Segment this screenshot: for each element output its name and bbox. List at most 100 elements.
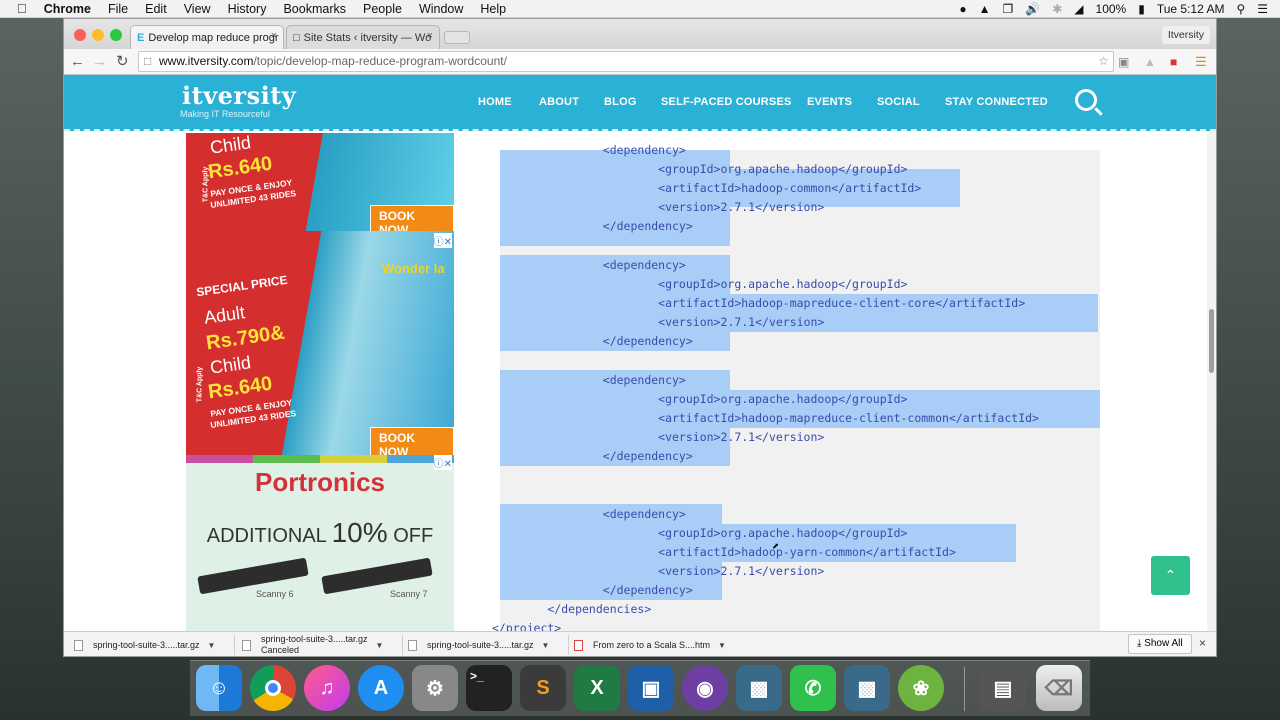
volume-icon[interactable]: 🔊 — [1025, 2, 1040, 16]
nav-stay-connected[interactable]: STAY CONNECTED — [945, 96, 1048, 108]
menu-edit[interactable]: Edit — [145, 2, 167, 16]
terminal-icon[interactable]: >_ — [466, 665, 512, 711]
nav-social[interactable]: SOCIAL — [877, 96, 920, 108]
file-icon — [408, 639, 417, 651]
download-item[interactable]: spring-tool-suite-3.....tar.gz ▼ — [408, 635, 564, 655]
reload-icon[interactable]: ↻ — [116, 53, 129, 71]
chrome-menu-icon[interactable]: ☰ — [1195, 53, 1207, 71]
new-tab-button[interactable] — [444, 31, 470, 44]
system-preferences-icon[interactable]: ⚙ — [412, 665, 458, 711]
ad-close-icon[interactable]: ⓘ✕ — [433, 233, 452, 248]
window-close-button[interactable] — [74, 29, 86, 41]
facetime-icon[interactable]: ✆ — [790, 665, 836, 711]
back-to-top-button[interactable]: ⌃ — [1151, 556, 1190, 595]
caret-down-icon[interactable]: ▼ — [718, 641, 726, 650]
menu-bookmarks[interactable]: Bookmarks — [283, 2, 346, 16]
screen-sharing-icon[interactable]: ▩ — [736, 665, 782, 711]
finder-icon[interactable]: ☺ — [196, 665, 242, 711]
tab-strip: E Develop map reduce progr × □ Site Stat… — [64, 19, 1216, 49]
site-logo[interactable]: itversity — [182, 81, 296, 110]
code-line: </dependencies> — [492, 602, 652, 616]
screen-icon[interactable]: ❐ — [1003, 2, 1014, 16]
menu-people[interactable]: People — [363, 2, 402, 16]
ad-book-now-button[interactable]: BOOK NOW — [370, 205, 454, 231]
scanner-label: Scanny 6 — [256, 589, 294, 599]
extension-icon[interactable]: ▣ — [1118, 53, 1129, 71]
ad-tnc: T&C Apply — [202, 166, 210, 203]
tab-close-icon[interactable]: × — [271, 30, 277, 42]
battery-percent[interactable]: 100% — [1096, 2, 1127, 16]
drive-icon[interactable]: ▲ — [979, 2, 991, 16]
download-item[interactable]: spring-tool-suite-3.....tar.gz Canceled … — [242, 634, 398, 655]
nav-blog[interactable]: BLOG — [604, 96, 637, 108]
menu-file[interactable]: File — [108, 2, 128, 16]
nav-self-paced-courses[interactable]: SELF-PACED COURSES — [661, 96, 792, 108]
back-icon[interactable]: ← — [70, 53, 85, 71]
download-item[interactable]: spring-tool-suite-3.....tar.gz ▼ — [74, 635, 230, 655]
trash-icon[interactable]: ⌫ — [1036, 665, 1082, 711]
ad-banner-wonderla-top[interactable]: Child Rs.640 PAY ONCE & ENJOY UNLIMITED … — [186, 133, 454, 231]
wifi-icon[interactable]: ◢ — [1074, 2, 1083, 16]
forward-icon[interactable]: → — [92, 53, 107, 71]
tab-title: Site Stats ‹ itversity — Wo — [303, 31, 432, 44]
apple-menu-icon[interactable]:  — [17, 1, 27, 16]
code-block[interactable]: <dependency> <groupId>org.apache.hadoop<… — [492, 143, 1100, 631]
spotlight-icon[interactable]: ⚲ — [1236, 2, 1245, 16]
search-icon[interactable] — [1075, 89, 1097, 111]
menu-history[interactable]: History — [228, 2, 267, 16]
skype-icon[interactable]: ● — [959, 2, 966, 16]
github-icon[interactable]: ◉ — [682, 665, 728, 711]
caret-down-icon[interactable]: ▼ — [376, 641, 384, 650]
window-minimize-button[interactable] — [92, 29, 104, 41]
bluetooth-icon[interactable]: ✱ — [1052, 2, 1062, 16]
ad-banner-wonderla[interactable]: ⓘ✕ SPECIAL PRICE Adult Rs.790& Child Rs.… — [186, 231, 454, 455]
page-favicon-icon: □ — [293, 31, 300, 44]
chrome-icon[interactable] — [250, 665, 296, 711]
profile-button[interactable]: Itversity — [1161, 26, 1210, 44]
battery-icon[interactable]: ▮ — [1138, 2, 1145, 16]
bookmark-star-icon[interactable]: ☆ — [1098, 52, 1109, 71]
code-line: <groupId>org.apache.hadoop</groupId> — [492, 277, 908, 291]
download-item[interactable]: From zero to a Scala S....htm ▼ — [574, 635, 734, 655]
virtualbox-icon[interactable]: ▣ — [628, 665, 674, 711]
menu-help[interactable]: Help — [480, 2, 506, 16]
download-filename: spring-tool-suite-3.....tar.gz — [93, 640, 200, 650]
spring-tool-suite-icon[interactable]: ❀ — [898, 665, 944, 711]
page-scrollbar[interactable] — [1207, 131, 1216, 631]
downloads-stack-icon[interactable]: ▤ — [980, 665, 1026, 711]
menu-app-name[interactable]: Chrome — [44, 2, 91, 16]
caret-down-icon[interactable]: ▼ — [208, 641, 216, 650]
itunes-icon[interactable]: ♫ — [304, 665, 350, 711]
tab-close-icon[interactable]: × — [427, 30, 433, 42]
tab-title: Develop map reduce progr — [148, 31, 279, 44]
ad-book-now-button[interactable]: BOOK NOW — [370, 427, 454, 455]
screen-sharing-icon[interactable]: ▩ — [844, 665, 890, 711]
window-zoom-button[interactable] — [110, 29, 122, 41]
caret-down-icon[interactable]: ▼ — [542, 641, 550, 650]
extension-icon[interactable]: ▲ — [1144, 53, 1156, 71]
site-header: itversity Making IT Resourceful HOME ABO… — [64, 75, 1216, 131]
tab-site-stats[interactable]: □ Site Stats ‹ itversity — Wo × — [286, 25, 440, 49]
show-all-downloads-button[interactable]: ⤓ Show All — [1128, 634, 1192, 654]
todoist-extension-icon[interactable]: ■ — [1170, 53, 1177, 71]
nav-events[interactable]: EVENTS — [807, 96, 852, 108]
dock: ☺ ♫ A ⚙ >_ S X ▣ ◉ ▩ ✆ ▩ ❀ ▤ ⌫ — [190, 660, 1090, 716]
sublime-text-icon[interactable]: S — [520, 665, 566, 711]
clock[interactable]: Tue 5:12 AM — [1157, 2, 1225, 16]
scrollbar-thumb[interactable] — [1209, 309, 1214, 373]
ad-banner-portronics[interactable]: ⓘ✕ Portronics ADDITIONAL 10% OFF Scanny … — [186, 455, 454, 631]
app-store-icon[interactable]: A — [358, 665, 404, 711]
browser-toolbar: ← → ↻ □ www.itversity.com/topic/develop-… — [64, 49, 1216, 75]
tab-develop-map-reduce[interactable]: E Develop map reduce progr × — [130, 25, 284, 49]
site-tagline: Making IT Resourceful — [180, 109, 270, 119]
browser-window: E Develop map reduce progr × □ Site Stat… — [64, 19, 1216, 656]
page-info-icon[interactable]: □ — [144, 52, 151, 71]
excel-icon[interactable]: X — [574, 665, 620, 711]
menu-window[interactable]: Window — [419, 2, 463, 16]
notification-center-icon[interactable]: ☰ — [1257, 2, 1268, 16]
menu-view[interactable]: View — [184, 2, 211, 16]
nav-about[interactable]: ABOUT — [539, 96, 579, 108]
close-downloads-bar-icon[interactable]: × — [1199, 636, 1206, 650]
address-bar[interactable]: □ www.itversity.com/topic/develop-map-re… — [138, 51, 1114, 72]
nav-home[interactable]: HOME — [478, 96, 512, 108]
